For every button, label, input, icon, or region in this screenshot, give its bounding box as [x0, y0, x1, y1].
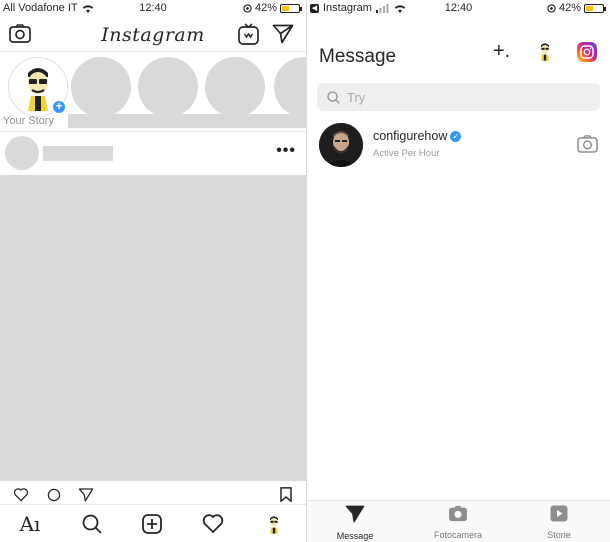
profile-avatar-icon	[270, 516, 278, 534]
tab-storie[interactable]: Storie	[519, 505, 599, 540]
post-image-placeholder[interactable]	[0, 175, 306, 481]
battery-percent: 42%	[254, 2, 277, 14]
igtv-button[interactable]	[238, 23, 259, 45]
comment-icon[interactable]	[44, 488, 64, 502]
more-options-button[interactable]: •••	[276, 142, 296, 160]
activity-tab[interactable]	[193, 505, 233, 542]
thread-username: configurehow	[373, 129, 448, 143]
tab-fotocamera-label: Fotocamera	[433, 530, 483, 540]
search-input[interactable]: Try	[317, 83, 600, 111]
story-item[interactable]	[138, 57, 198, 117]
igtv-icon	[238, 23, 259, 45]
heart-icon	[202, 514, 224, 534]
messages-tab-bar: Message Fotocamera Storie	[307, 500, 610, 542]
contact-photo-icon	[319, 123, 363, 167]
heart-icon[interactable]	[10, 488, 32, 502]
status-right: 42%	[547, 2, 606, 14]
instagram-logo: Instagram	[101, 24, 205, 46]
search-placeholder: Try	[347, 90, 366, 105]
thread-camera-button[interactable]	[577, 135, 598, 158]
post-header: •••	[0, 133, 306, 173]
add-story-icon[interactable]: +	[51, 99, 67, 115]
home-icon: Aı	[19, 512, 41, 536]
instagram-app-button[interactable]	[577, 42, 597, 62]
add-icon	[142, 514, 162, 534]
thread-status: Active Per Hour	[373, 148, 440, 159]
profile-avatar-icon	[541, 43, 549, 61]
instagram-icon	[580, 45, 594, 59]
story-labels-placeholder	[68, 114, 306, 128]
direct-button[interactable]	[272, 24, 294, 44]
thread-item[interactable]: configurehow ✓ Active Per Hour	[307, 118, 610, 174]
location-icon	[547, 3, 556, 13]
camera-icon	[449, 505, 467, 522]
own-story[interactable]: +	[8, 57, 68, 117]
tab-message-label: Message	[336, 531, 374, 541]
profile-button[interactable]	[537, 40, 553, 67]
send-icon	[272, 24, 294, 44]
thread-name: configurehow ✓	[373, 129, 462, 143]
status-bar: ◀ Instagram 12:40 42%	[307, 0, 610, 18]
search-icon	[327, 91, 340, 104]
post-actions	[0, 484, 306, 502]
tab-fotocamera[interactable]: Fotocamera	[418, 505, 498, 540]
story-item[interactable]	[71, 57, 131, 117]
instagram-feed-screen: All Vodafone IT 12:40 42% Instagram + Yo…	[0, 0, 306, 542]
messages-header: Message +.	[307, 18, 610, 74]
own-story-label: Your Story	[3, 115, 54, 127]
avatar	[319, 123, 363, 167]
stories-tray: + Your Story	[0, 52, 306, 132]
battery-icon	[280, 3, 302, 13]
post-username-placeholder[interactable]	[43, 146, 113, 161]
status-right: 42%	[243, 2, 302, 14]
add-post-tab[interactable]	[132, 505, 172, 542]
bottom-tab-bar: Aı	[0, 504, 306, 542]
story-item[interactable]	[274, 57, 306, 117]
page-title: Message	[319, 46, 397, 67]
play-icon	[550, 505, 568, 522]
bookmark-icon[interactable]	[279, 487, 293, 502]
tab-message[interactable]: Message	[315, 505, 395, 541]
direct-messages-screen: ◀ Instagram 12:40 42% Message +. Try con…	[306, 0, 610, 542]
camera-icon	[577, 135, 598, 153]
tab-storie-label: Storie	[547, 530, 571, 540]
home-tab[interactable]: Aı	[10, 505, 50, 542]
location-icon	[243, 3, 252, 13]
post-avatar[interactable]	[5, 136, 39, 170]
send-icon	[345, 505, 365, 523]
status-bar: All Vodafone IT 12:40 42%	[0, 0, 306, 18]
feed-header: Instagram	[0, 18, 306, 52]
search-icon	[82, 514, 102, 534]
story-item[interactable]	[205, 57, 265, 117]
share-icon[interactable]	[76, 488, 96, 502]
search-tab[interactable]	[72, 505, 112, 542]
profile-tab[interactable]	[254, 505, 294, 542]
battery-icon	[584, 3, 606, 13]
battery-percent: 42%	[558, 2, 581, 14]
new-message-button[interactable]: +.	[493, 40, 510, 63]
verified-badge-icon: ✓	[450, 131, 462, 142]
